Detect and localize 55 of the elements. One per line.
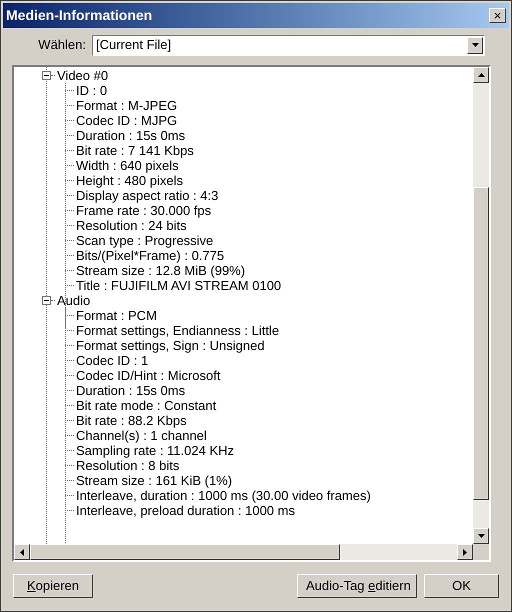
- edit-tag-button[interactable]: Audio-Tag editiern: [297, 574, 417, 598]
- tree-item[interactable]: Codec ID : MJPG: [76, 113, 178, 128]
- tree-item[interactable]: Bit rate mode : Constant: [76, 398, 216, 413]
- tree-item[interactable]: Frame rate : 30.000 fps: [76, 203, 212, 218]
- scroll-left-button[interactable]: [14, 544, 30, 560]
- ok-button[interactable]: OK: [424, 574, 499, 598]
- tree-item[interactable]: Sampling rate : 11.024 KHz: [76, 443, 234, 458]
- tree-item[interactable]: Codec ID/Hint : Microsoft: [76, 368, 220, 383]
- tree-item[interactable]: Stream size : 12.8 MiB (99%): [76, 263, 246, 278]
- tree-item[interactable]: Resolution : 8 bits: [76, 458, 180, 473]
- tree-item[interactable]: Duration : 15s 0ms: [76, 128, 186, 143]
- tree-item[interactable]: Bits/(Pixel*Frame) : 0.775: [76, 248, 224, 263]
- tree-item[interactable]: Height : 480 pixels: [76, 173, 183, 188]
- scroll-down-button[interactable]: [473, 528, 489, 544]
- caret-up-icon: [478, 73, 484, 77]
- caret-left-icon: [20, 548, 24, 556]
- copy-button[interactable]: Kopieren: [13, 574, 93, 598]
- collapse-icon[interactable]: [42, 296, 51, 305]
- scrollbar-thumb[interactable]: [473, 187, 489, 500]
- scroll-right-button[interactable]: [457, 544, 473, 560]
- close-button[interactable]: ×: [489, 8, 506, 23]
- tree-item[interactable]: Codec ID : 1: [76, 353, 148, 368]
- window-title: Medien-Informationen: [6, 6, 152, 25]
- tree-item[interactable]: Interleave, preload duration : 1000 ms: [76, 503, 295, 518]
- select-label: Wählen:: [37, 36, 87, 54]
- tree-item[interactable]: Title : FUJIFILM AVI STREAM 0100: [76, 278, 282, 293]
- tree-item[interactable]: Interleave, duration : 1000 ms (30.00 video frames): [76, 488, 371, 503]
- dropdown-arrow-button[interactable]: [467, 36, 483, 54]
- vertical-scrollbar[interactable]: [473, 67, 489, 544]
- scrollbar-thumb[interactable]: [30, 544, 340, 560]
- scroll-up-button[interactable]: [473, 67, 489, 83]
- tree-item[interactable]: Format settings, Endianness : Little: [76, 323, 280, 338]
- tree-node[interactable]: Audio: [57, 293, 90, 308]
- tree-item[interactable]: Format : PCM: [76, 308, 157, 323]
- tree-item[interactable]: Channel(s) : 1 channel: [76, 428, 207, 443]
- tree-item[interactable]: Resolution : 24 bits: [76, 218, 187, 233]
- caret-down-icon: [472, 43, 478, 47]
- horizontal-scrollbar[interactable]: [14, 544, 473, 560]
- tree-item[interactable]: Display aspect ratio : 4:3: [76, 188, 218, 203]
- collapse-icon[interactable]: [42, 71, 51, 80]
- tree-item[interactable]: Bit rate : 7 141 Kbps: [76, 143, 194, 158]
- dropdown-value: [Current File]: [95, 36, 172, 54]
- tree-item[interactable]: Format settings, Sign : Unsigned: [76, 338, 265, 353]
- tree-item[interactable]: Stream size : 161 KiB (1%): [76, 473, 232, 488]
- tree-item[interactable]: Duration : 15s 0ms: [76, 383, 186, 398]
- tree-node[interactable]: Video #0: [57, 68, 108, 83]
- caret-down-icon: [478, 534, 484, 538]
- tree-item[interactable]: Bit rate : 88.2 Kbps: [76, 413, 187, 428]
- tree-item[interactable]: Width : 640 pixels: [76, 158, 179, 173]
- file-dropdown[interactable]: [Current File]: [92, 34, 485, 56]
- tree-item[interactable]: ID : 0: [76, 83, 108, 98]
- tree-item[interactable]: Scan type : Progressive: [76, 233, 214, 248]
- scrollbar-corner: [473, 544, 489, 560]
- tree-item[interactable]: Format : M-JPEG: [76, 98, 178, 113]
- caret-right-icon: [463, 548, 467, 556]
